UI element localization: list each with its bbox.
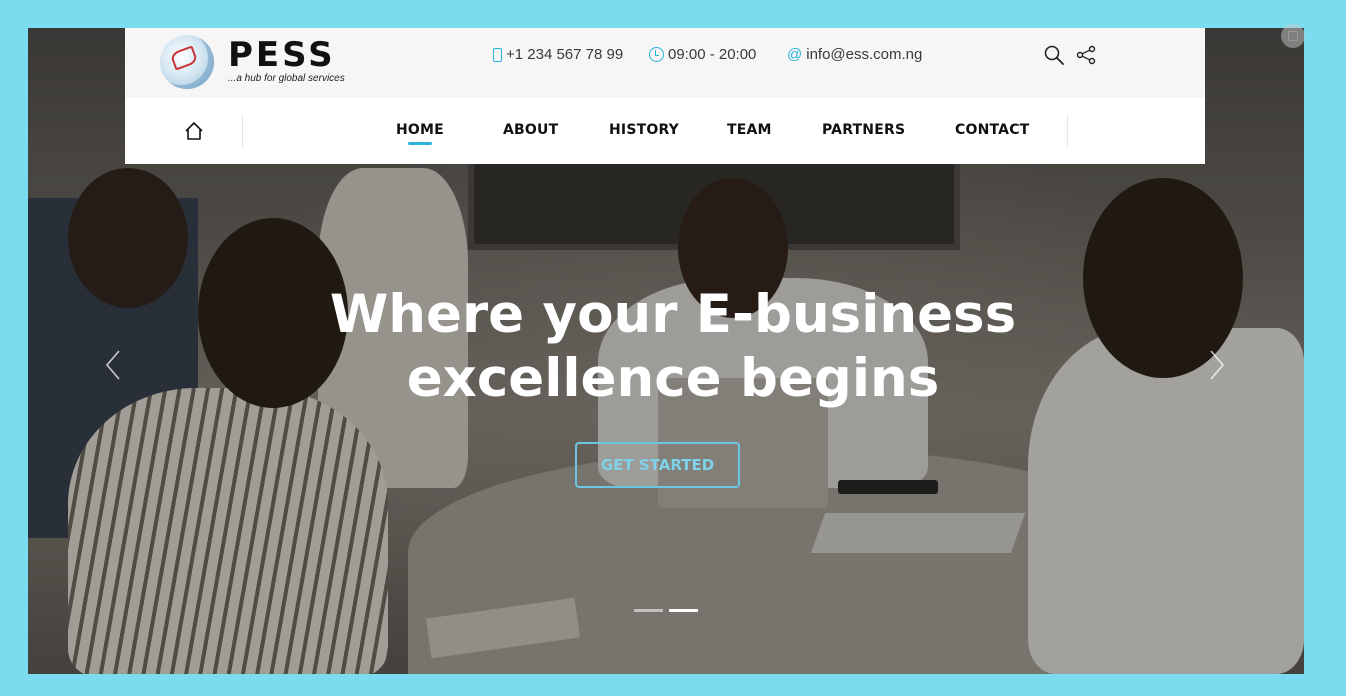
nav-divider	[242, 114, 243, 148]
contact-email[interactable]: @ info@ess.com.ng	[787, 46, 922, 63]
main-nav: HOME ABOUT HISTORY TEAM PARTNERS CONTACT	[125, 98, 1205, 164]
nav-item-home[interactable]: HOME	[396, 122, 444, 138]
search-icon[interactable]	[1043, 44, 1065, 66]
nav-item-partners[interactable]: PARTNERS	[822, 122, 905, 138]
clock-icon	[649, 47, 664, 62]
slide-indicator[interactable]	[634, 609, 663, 612]
hero-title-line-2: excellence begins	[406, 348, 940, 409]
active-nav-indicator	[408, 142, 432, 145]
opening-hours: 09:00 - 20:00	[668, 46, 757, 63]
home-icon[interactable]	[183, 120, 205, 142]
nav-divider	[1067, 114, 1068, 148]
top-bar: PESS ...a hub for global services +1 234…	[125, 28, 1205, 98]
phone-icon	[493, 47, 502, 62]
nav-item-team[interactable]: TEAM	[727, 122, 772, 138]
share-icon[interactable]	[1075, 44, 1097, 66]
contact-phone: +1 234 567 78 99	[493, 46, 623, 63]
nav-item-history[interactable]: HISTORY	[609, 122, 679, 138]
email-address[interactable]: info@ess.com.ng	[806, 46, 922, 63]
phone-number: +1 234 567 78 99	[506, 46, 624, 63]
logo-tagline: ...a hub for global services	[228, 73, 345, 84]
at-icon: @	[787, 46, 803, 63]
chevron-right-icon[interactable]	[1207, 348, 1227, 382]
get-started-button[interactable]: GET STARTED	[575, 442, 740, 488]
nav-item-about[interactable]: ABOUT	[503, 122, 558, 138]
logo[interactable]: PESS ...a hub for global services	[160, 33, 360, 93]
slider-pagination	[634, 609, 698, 612]
nav-item-contact[interactable]: CONTACT	[955, 122, 1029, 138]
globe-icon	[160, 35, 214, 89]
screenshot-icon[interactable]	[1281, 24, 1305, 48]
hero-title: Where your E-business excellence begins	[0, 283, 1346, 411]
hero-title-line-1: Where your E-business	[329, 284, 1017, 345]
contact-hours: 09:00 - 20:00	[649, 46, 756, 63]
chevron-left-icon[interactable]	[103, 348, 123, 382]
logo-text: PESS	[228, 35, 336, 75]
slide-indicator-active[interactable]	[669, 609, 698, 612]
